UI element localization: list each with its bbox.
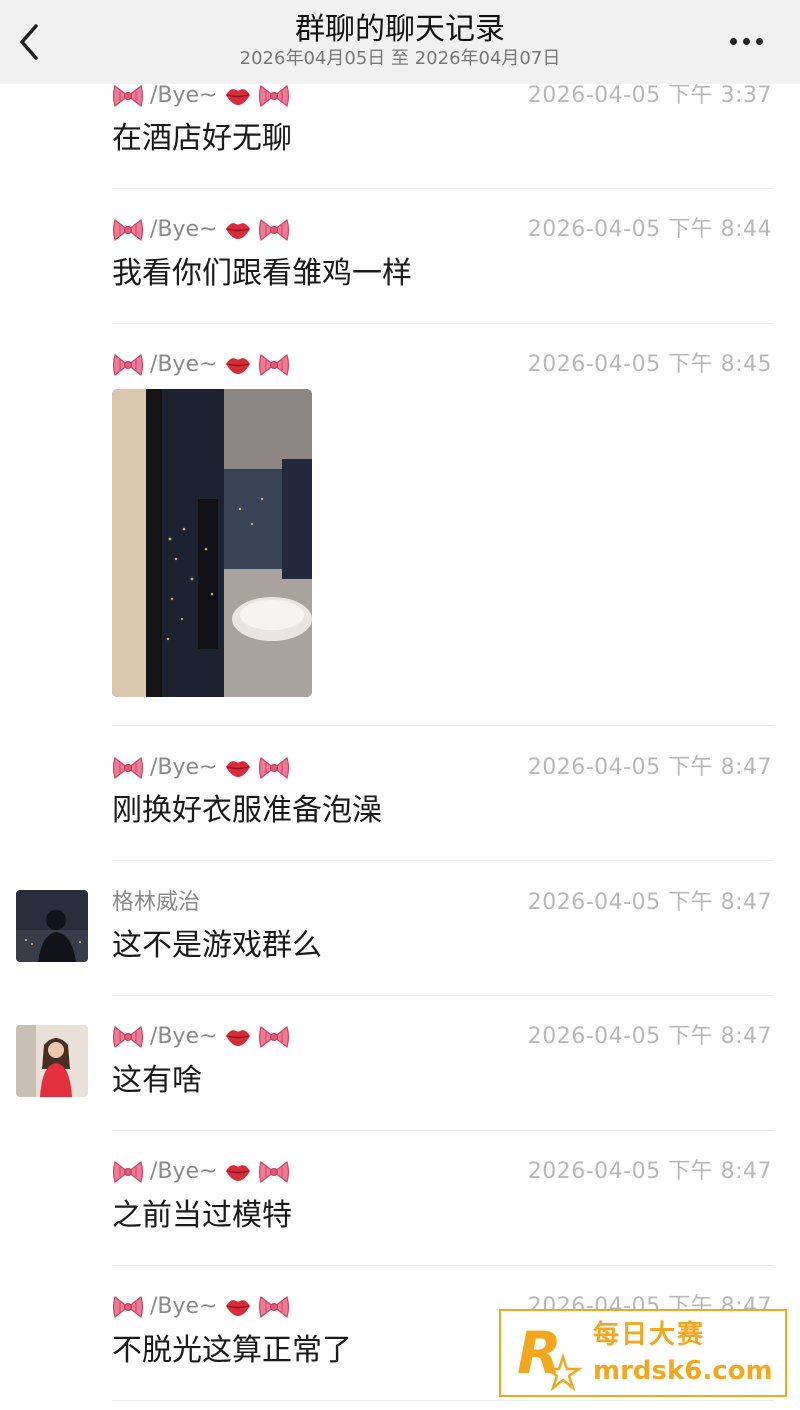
- bow-icon: [258, 217, 290, 243]
- chat-header: 群聊的聊天记录 2026年04月05日 至 2026年04月07日: [0, 0, 800, 84]
- message-text[interactable]: 不脱光这算正常了: [112, 1333, 352, 1369]
- message-text[interactable]: 之前当过模特: [112, 1198, 292, 1234]
- bow-icon: [258, 1024, 290, 1050]
- more-dots-icon[interactable]: [730, 28, 770, 54]
- divider: [112, 1130, 774, 1131]
- bow-icon: [112, 83, 144, 109]
- bow-icon: [112, 755, 144, 781]
- sender-name: /Bye~: [112, 1159, 290, 1185]
- divider: [112, 1265, 774, 1266]
- message-time: 2026-04-05 下午 8:44: [527, 217, 772, 242]
- bow-icon: [258, 1159, 290, 1185]
- message-time: 2026-04-05 下午 8:45: [527, 352, 772, 377]
- message-time: 2026-04-05 下午 8:47: [527, 755, 772, 780]
- lips-icon: [224, 219, 252, 241]
- sender-name: /Bye~: [112, 1024, 290, 1050]
- bow-icon: [258, 352, 290, 378]
- message-time: 2026-04-05 下午 8:47: [527, 890, 772, 915]
- avatar[interactable]: [16, 890, 88, 962]
- message-text[interactable]: 这有啥: [112, 1063, 202, 1099]
- watermark-url: mrdsk6.com: [593, 1356, 773, 1386]
- svg-text:R: R: [517, 1319, 562, 1387]
- lips-icon: [224, 757, 252, 779]
- lips-icon: [224, 1026, 252, 1048]
- bow-icon: [112, 352, 144, 378]
- message-time: 2026-04-05 下午 8:47: [527, 1024, 772, 1049]
- lips-icon: [224, 1296, 252, 1318]
- logo-icon: R: [517, 1319, 583, 1391]
- bow-icon: [112, 1159, 144, 1185]
- bow-icon: [258, 83, 290, 109]
- divider: [112, 1400, 774, 1401]
- divider: [112, 995, 774, 996]
- watermark-badge: R 每日大赛 mrdsk6.com: [499, 1309, 787, 1397]
- sender-name: /Bye~: [112, 1294, 290, 1320]
- message-text[interactable]: 我看你们跟看雏鸡一样: [112, 256, 412, 292]
- watermark-title: 每日大赛: [593, 1320, 706, 1350]
- lips-icon: [224, 354, 252, 376]
- bow-icon: [112, 1294, 144, 1320]
- sender-name: 格林威治: [112, 890, 201, 915]
- page-title: 群聊的聊天记录: [295, 12, 505, 47]
- divider: [112, 725, 774, 726]
- message-text[interactable]: 在酒店好无聊: [112, 121, 292, 157]
- bow-icon: [258, 755, 290, 781]
- sender-name: /Bye~: [112, 352, 290, 378]
- bow-icon: [112, 217, 144, 243]
- divider: [112, 188, 774, 189]
- lips-icon: [224, 85, 252, 107]
- bow-icon: [112, 1024, 144, 1050]
- avatar[interactable]: [16, 1025, 88, 1097]
- sender-name: /Bye~: [112, 83, 290, 109]
- divider: [112, 323, 774, 324]
- divider: [112, 860, 774, 861]
- lips-icon: [224, 1161, 252, 1183]
- sender-name: /Bye~: [112, 755, 290, 781]
- bow-icon: [258, 1294, 290, 1320]
- message-text[interactable]: 这不是游戏群么: [112, 928, 322, 964]
- photo-thumbnail[interactable]: [112, 389, 312, 697]
- message-time: 2026-04-05 下午 8:47: [527, 1159, 772, 1184]
- message-time: 2026-04-05 下午 3:37: [527, 83, 772, 108]
- date-range: 2026年04月05日 至 2026年04月07日: [239, 48, 561, 69]
- sender-name: /Bye~: [112, 217, 290, 243]
- message-text[interactable]: 刚换好衣服准备泡澡: [112, 793, 382, 829]
